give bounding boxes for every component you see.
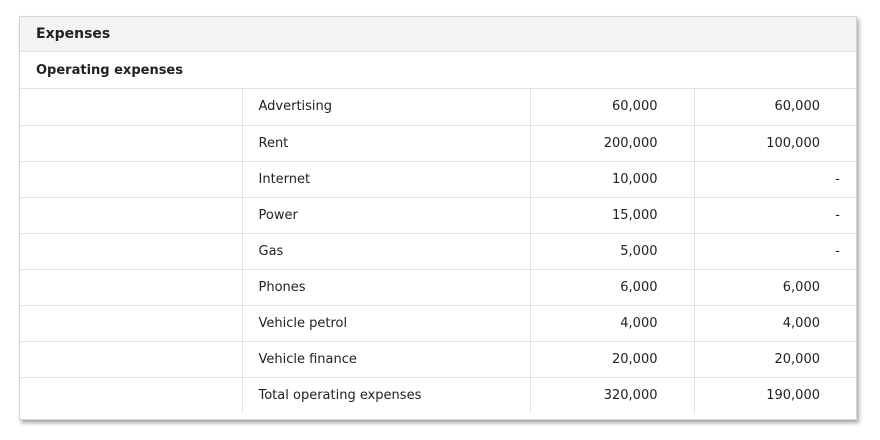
row-value-col1: 60,000 [529,89,694,126]
empty-cell [20,377,242,413]
empty-cell [20,305,242,342]
row-value-col1: 4,000 [529,305,694,342]
row-label: Vehicle finance [241,341,530,378]
expenses-table: Advertising 60,000 60,000 Rent 200,000 1… [20,89,856,413]
card-title: Expenses [20,17,856,52]
table-row: Power 15,000 - [20,197,856,234]
row-value-col2: - [693,161,856,198]
empty-cell [20,125,242,162]
row-label: Vehicle petrol [241,305,530,342]
row-label: Gas [241,233,530,270]
expenses-card: Expenses Operating expenses Advertising … [19,16,857,420]
row-label: Rent [241,125,530,162]
total-value-col2: 190,000 [693,377,856,413]
row-value-col2: 6,000 [693,269,856,306]
row-label: Phones [241,269,530,306]
row-value-col2: - [693,197,856,234]
row-label: Internet [241,161,530,198]
empty-cell [20,197,242,234]
total-value-col1: 320,000 [529,377,694,413]
empty-cell [20,341,242,378]
section-title: Operating expenses [20,52,856,89]
empty-cell [20,161,242,198]
row-value-col2: 20,000 [693,341,856,378]
row-value-col1: 20,000 [529,341,694,378]
row-value-col1: 6,000 [529,269,694,306]
table-row: Rent 200,000 100,000 [20,125,856,162]
empty-cell [20,89,242,126]
empty-cell [20,233,242,270]
row-value-col1: 5,000 [529,233,694,270]
row-value-col1: 200,000 [529,125,694,162]
row-label: Power [241,197,530,234]
table-row: Vehicle petrol 4,000 4,000 [20,305,856,342]
total-row: Total operating expenses 320,000 190,000 [20,377,856,413]
row-value-col1: 10,000 [529,161,694,198]
table-row: Gas 5,000 - [20,233,856,270]
row-value-col2: - [693,233,856,270]
table-row: Phones 6,000 6,000 [20,269,856,306]
row-value-col1: 15,000 [529,197,694,234]
table-row: Advertising 60,000 60,000 [20,89,856,126]
row-value-col2: 4,000 [693,305,856,342]
table-row: Vehicle finance 20,000 20,000 [20,341,856,378]
row-value-col2: 100,000 [693,125,856,162]
total-label: Total operating expenses [241,377,530,413]
table-row: Internet 10,000 - [20,161,856,198]
row-value-col2: 60,000 [693,89,856,126]
empty-cell [20,269,242,306]
row-label: Advertising [241,89,530,126]
